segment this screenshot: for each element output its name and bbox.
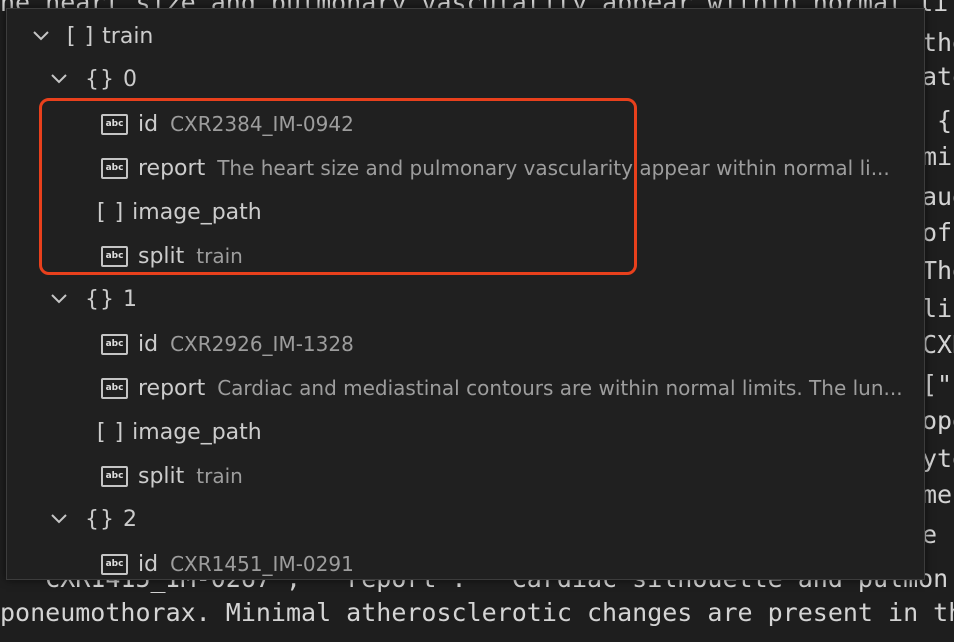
field-key: image_path: [132, 419, 262, 445]
field-value: The heart size and pulmonary vascularity…: [217, 156, 890, 180]
field-key: report: [138, 155, 206, 181]
editor-fragment: e p: [922, 520, 954, 549]
string-type-icon: abc: [101, 157, 128, 179]
string-type-icon: abc: [101, 245, 128, 267]
editor-fragment: CXR: [922, 330, 954, 359]
tree-field-image-path[interactable]: [ ] image_path: [97, 190, 274, 234]
string-type-icon: abc: [101, 377, 128, 399]
tree-field-id[interactable]: abc id CXR1451_IM-0291: [101, 542, 354, 579]
field-value: CXR1451_IM-0291: [170, 552, 354, 576]
tree-field-split[interactable]: abc split train: [101, 454, 243, 498]
string-type-icon: abc: [101, 113, 128, 135]
array-type-label: [ ]: [67, 23, 95, 49]
editor-fragment: yte: [922, 444, 954, 473]
node-index: 1: [123, 286, 137, 312]
array-type-label: [ ]: [97, 199, 125, 225]
field-key: split: [138, 243, 185, 269]
field-key: image_path: [132, 199, 262, 225]
tree-field-id[interactable]: abc id CXR2384_IM-0942: [101, 102, 354, 146]
editor-fragment: ope: [922, 406, 954, 435]
editor-fragment: aue: [922, 182, 954, 211]
editor-fragment: mil: [922, 142, 954, 171]
field-value: Cardiac and mediastinal contours are wit…: [217, 376, 903, 400]
editor-fragment: The: [922, 256, 954, 285]
chevron-down-icon[interactable]: [51, 72, 67, 86]
editor-fragment: li: [922, 294, 953, 323]
string-type-icon: abc: [101, 333, 128, 355]
node-index: 0: [123, 66, 137, 92]
tree-field-report[interactable]: abc report Cardiac and mediastinal conto…: [101, 366, 921, 410]
editor-fragment: the: [922, 28, 954, 57]
tree-field-split[interactable]: abc split train: [101, 234, 243, 278]
field-value: CXR2926_IM-1328: [170, 332, 354, 356]
chevron-down-icon[interactable]: [51, 292, 67, 306]
tree-field-id[interactable]: abc id CXR2926_IM-1328: [101, 322, 354, 366]
editor-fragment: of: [922, 218, 953, 247]
array-type-label: [ ]: [97, 419, 125, 445]
field-key: split: [138, 463, 185, 489]
field-value: train: [196, 464, 243, 488]
object-type-label: {}: [85, 66, 115, 92]
object-type-label: {}: [85, 506, 115, 532]
chevron-down-icon[interactable]: [51, 512, 67, 526]
json-tree-panel: [ ] train {} 0 abc id CXR2384_IM-0942 ab…: [6, 8, 925, 580]
tree-node-train[interactable]: [ ] train: [33, 14, 165, 58]
field-key: id: [138, 331, 159, 357]
tree-node-item-2[interactable]: {} 2: [51, 497, 149, 541]
tree-node-item-1[interactable]: {} 1: [51, 277, 149, 321]
editor-fragment: me: [922, 480, 953, 509]
node-key: train: [102, 23, 154, 49]
node-index: 2: [123, 506, 137, 532]
chevron-down-icon[interactable]: [33, 29, 49, 43]
string-type-icon: abc: [101, 465, 128, 487]
field-key: id: [138, 551, 159, 577]
string-type-icon: abc: [101, 553, 128, 575]
editor-line: poneumothorax. Minimal atherosclerotic c…: [0, 598, 954, 627]
editor-fragment: ato: [922, 62, 954, 91]
tree-field-image-path[interactable]: [ ] image_path: [97, 410, 274, 454]
object-type-label: {}: [85, 286, 115, 312]
tree-node-item-0[interactable]: {} 0: [51, 57, 149, 101]
field-key: report: [138, 375, 206, 401]
editor-fragment: [": [922, 370, 953, 399]
tree-field-report[interactable]: abc report The heart size and pulmonary …: [101, 146, 911, 190]
editor-fragment: {: [922, 106, 953, 135]
field-key: id: [138, 111, 159, 137]
field-value: train: [196, 244, 243, 268]
field-value: CXR2384_IM-0942: [170, 112, 354, 136]
